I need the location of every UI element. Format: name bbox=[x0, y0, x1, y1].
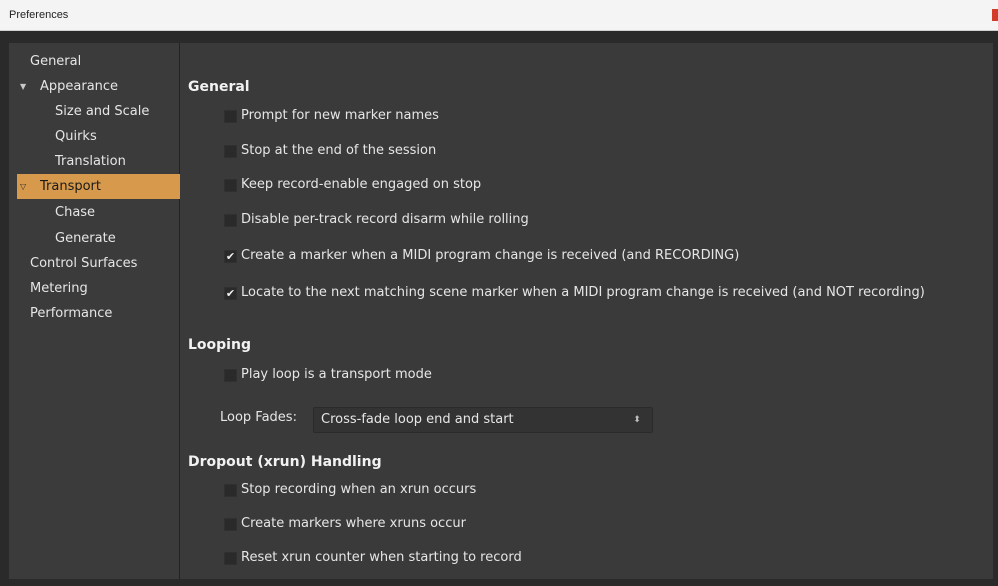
sidebar-item-translation[interactable]: Translation bbox=[9, 149, 179, 174]
spinner-arrows-icon: ⬍ bbox=[633, 415, 641, 425]
sidebar-item-label: Translation bbox=[55, 154, 126, 169]
sidebar-item-label: Quirks bbox=[55, 129, 97, 144]
sidebar-item-general[interactable]: General bbox=[9, 49, 179, 74]
section-title-general: General bbox=[188, 79, 250, 95]
checkbox[interactable] bbox=[224, 145, 237, 158]
sidebar-item-label: Generate bbox=[55, 231, 116, 246]
title-bar: Preferences bbox=[0, 0, 998, 31]
sidebar-item-performance[interactable]: Performance bbox=[9, 301, 179, 326]
window-title: Preferences bbox=[9, 9, 69, 21]
sidebar-item-label: General bbox=[30, 54, 82, 69]
expand-arrow-icon[interactable]: ▽ bbox=[20, 174, 26, 199]
settings-panel: General Prompt for new marker names Stop… bbox=[180, 43, 993, 579]
sidebar-item-label: Metering bbox=[30, 281, 88, 296]
sidebar-item-label: Performance bbox=[30, 306, 113, 321]
sidebar-item-label: Transport bbox=[40, 179, 102, 194]
close-button[interactable] bbox=[992, 9, 998, 21]
checkbox[interactable] bbox=[224, 552, 237, 565]
sidebar-item-size-and-scale[interactable]: Size and Scale bbox=[9, 99, 179, 124]
option-label: Stop recording when an xrun occurs bbox=[241, 482, 477, 497]
sidebar-item-label: Chase bbox=[55, 205, 96, 220]
option-label: Prompt for new marker names bbox=[241, 108, 439, 123]
option-label: Locate to the next matching scene marker… bbox=[241, 285, 925, 300]
checkbox[interactable] bbox=[224, 179, 237, 192]
section-title-looping: Looping bbox=[188, 337, 251, 353]
sidebar-item-control-surfaces[interactable]: Control Surfaces bbox=[9, 251, 179, 276]
option-label: Disable per-track record disarm while ro… bbox=[241, 212, 529, 227]
checkbox[interactable] bbox=[224, 518, 237, 531]
checkbox[interactable] bbox=[224, 110, 237, 123]
checkbox[interactable] bbox=[224, 214, 237, 227]
checkmark-icon[interactable]: ✔ bbox=[224, 287, 237, 300]
sidebar-item-label: Control Surfaces bbox=[30, 256, 138, 271]
checkbox[interactable] bbox=[224, 369, 237, 382]
sidebar: General ▼ Appearance Size and Scale Quir… bbox=[9, 43, 184, 579]
sidebar-item-appearance[interactable]: ▼ Appearance bbox=[9, 74, 179, 99]
sidebar-item-transport[interactable]: ▽ Transport bbox=[17, 174, 184, 199]
sidebar-item-quirks[interactable]: Quirks bbox=[9, 124, 179, 149]
sidebar-item-label: Appearance bbox=[40, 79, 119, 94]
option-label: Create markers where xruns occur bbox=[241, 516, 466, 531]
loop-fades-value: Cross-fade loop end and start bbox=[321, 412, 514, 427]
option-label: Create a marker when a MIDI program chan… bbox=[241, 248, 740, 263]
option-label: Reset xrun counter when starting to reco… bbox=[241, 550, 522, 565]
option-label: Stop at the end of the session bbox=[241, 143, 437, 158]
sidebar-item-label: Size and Scale bbox=[55, 104, 150, 119]
checkbox[interactable] bbox=[224, 484, 237, 497]
loop-fades-select[interactable]: Cross-fade loop end and start ⬍ bbox=[313, 407, 653, 433]
option-label: Play loop is a transport mode bbox=[241, 367, 432, 382]
preferences-window: General ▼ Appearance Size and Scale Quir… bbox=[0, 31, 998, 586]
sidebar-item-metering[interactable]: Metering bbox=[9, 276, 179, 301]
option-label: Keep record-enable engaged on stop bbox=[241, 177, 482, 192]
sidebar-item-chase[interactable]: Chase bbox=[9, 200, 179, 225]
sidebar-item-generate[interactable]: Generate bbox=[9, 226, 179, 251]
checkmark-icon[interactable]: ✔ bbox=[224, 250, 237, 263]
section-title-dropout: Dropout (xrun) Handling bbox=[188, 454, 382, 470]
loop-fades-label: Loop Fades: bbox=[220, 410, 297, 425]
expand-arrow-icon[interactable]: ▼ bbox=[20, 74, 26, 99]
